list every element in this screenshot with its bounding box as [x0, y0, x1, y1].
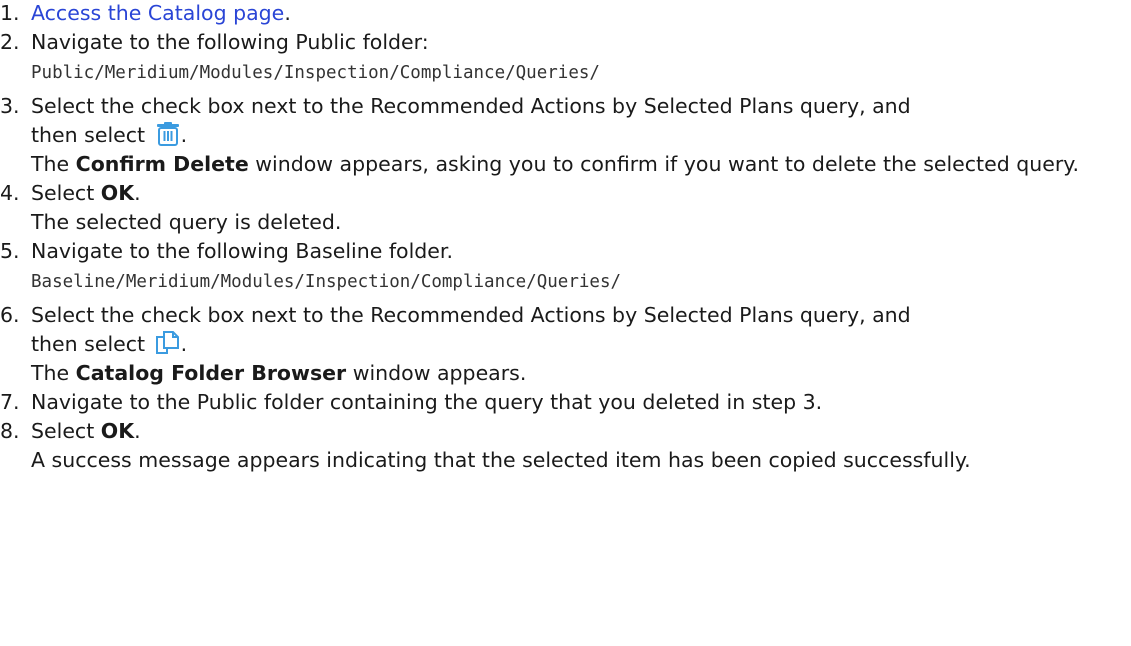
- catalog-page-link[interactable]: Access the Catalog page: [31, 1, 284, 25]
- step-number: 2.: [0, 30, 20, 54]
- button-name: OK: [100, 419, 135, 443]
- dialog-name: Catalog Folder Browser: [75, 361, 347, 385]
- trash-icon: [155, 122, 181, 146]
- step-punct: .: [180, 332, 188, 356]
- step-result: The Confirm Delete window appears, askin…: [31, 152, 1079, 176]
- step-text: Select the check box next to the Recomme…: [31, 303, 911, 327]
- step-8: 8. Select OK. A success message appears …: [0, 417, 1131, 475]
- button-name: OK: [100, 181, 135, 205]
- step-number: 4.: [0, 181, 20, 205]
- step-punct: .: [180, 123, 188, 147]
- step-number: 6.: [0, 303, 20, 327]
- step-7: 7. Navigate to the Public folder contain…: [0, 388, 1131, 417]
- step-punct: .: [134, 419, 141, 443]
- folder-path: Public/Meridium/Modules/Inspection/Compl…: [31, 63, 600, 83]
- step-6: 6. Select the check box next to the Reco…: [0, 301, 1131, 388]
- step-number: 5.: [0, 239, 20, 263]
- step-punct: .: [284, 1, 291, 25]
- step-text-cont: then select: [31, 123, 146, 147]
- result-text: The: [31, 152, 76, 176]
- step-number: 1.: [0, 1, 20, 25]
- step-4: 4. Select OK. The selected query is dele…: [0, 179, 1131, 237]
- step-1: 1. Access the Catalog page.: [0, 0, 1131, 28]
- result-text: window appears, asking you to confirm if…: [248, 152, 1080, 176]
- step-result: The selected query is deleted.: [31, 210, 342, 234]
- copy-icon: [155, 331, 181, 355]
- step-number: 3.: [0, 94, 20, 118]
- step-3: 3. Select the check box next to the Reco…: [0, 92, 1131, 179]
- step-text: Navigate to the following Baseline folde…: [31, 239, 453, 263]
- step-text: Navigate to the following Public folder:: [31, 30, 429, 54]
- step-text: Select: [31, 419, 101, 443]
- step-result: A success message appears indicating tha…: [31, 448, 971, 472]
- folder-path: Baseline/Meridium/Modules/Inspection/Com…: [31, 272, 622, 292]
- step-number: 8.: [0, 419, 20, 443]
- procedure-steps: 1. Access the Catalog page. 2. Navigate …: [0, 0, 1131, 475]
- step-2: 2. Navigate to the following Public fold…: [0, 28, 1131, 92]
- dialog-name: Confirm Delete: [75, 152, 249, 176]
- step-text-cont: then select: [31, 332, 146, 356]
- step-text: Select: [31, 181, 101, 205]
- step-5: 5. Navigate to the following Baseline fo…: [0, 237, 1131, 301]
- step-punct: .: [134, 181, 141, 205]
- step-text: Select the check box next to the Recomme…: [31, 94, 911, 118]
- result-text: window appears.: [346, 361, 527, 385]
- step-result: The Catalog Folder Browser window appear…: [31, 361, 526, 385]
- result-text: The: [31, 361, 76, 385]
- step-number: 7.: [0, 390, 20, 414]
- step-text: Navigate to the Public folder containing…: [31, 390, 823, 414]
